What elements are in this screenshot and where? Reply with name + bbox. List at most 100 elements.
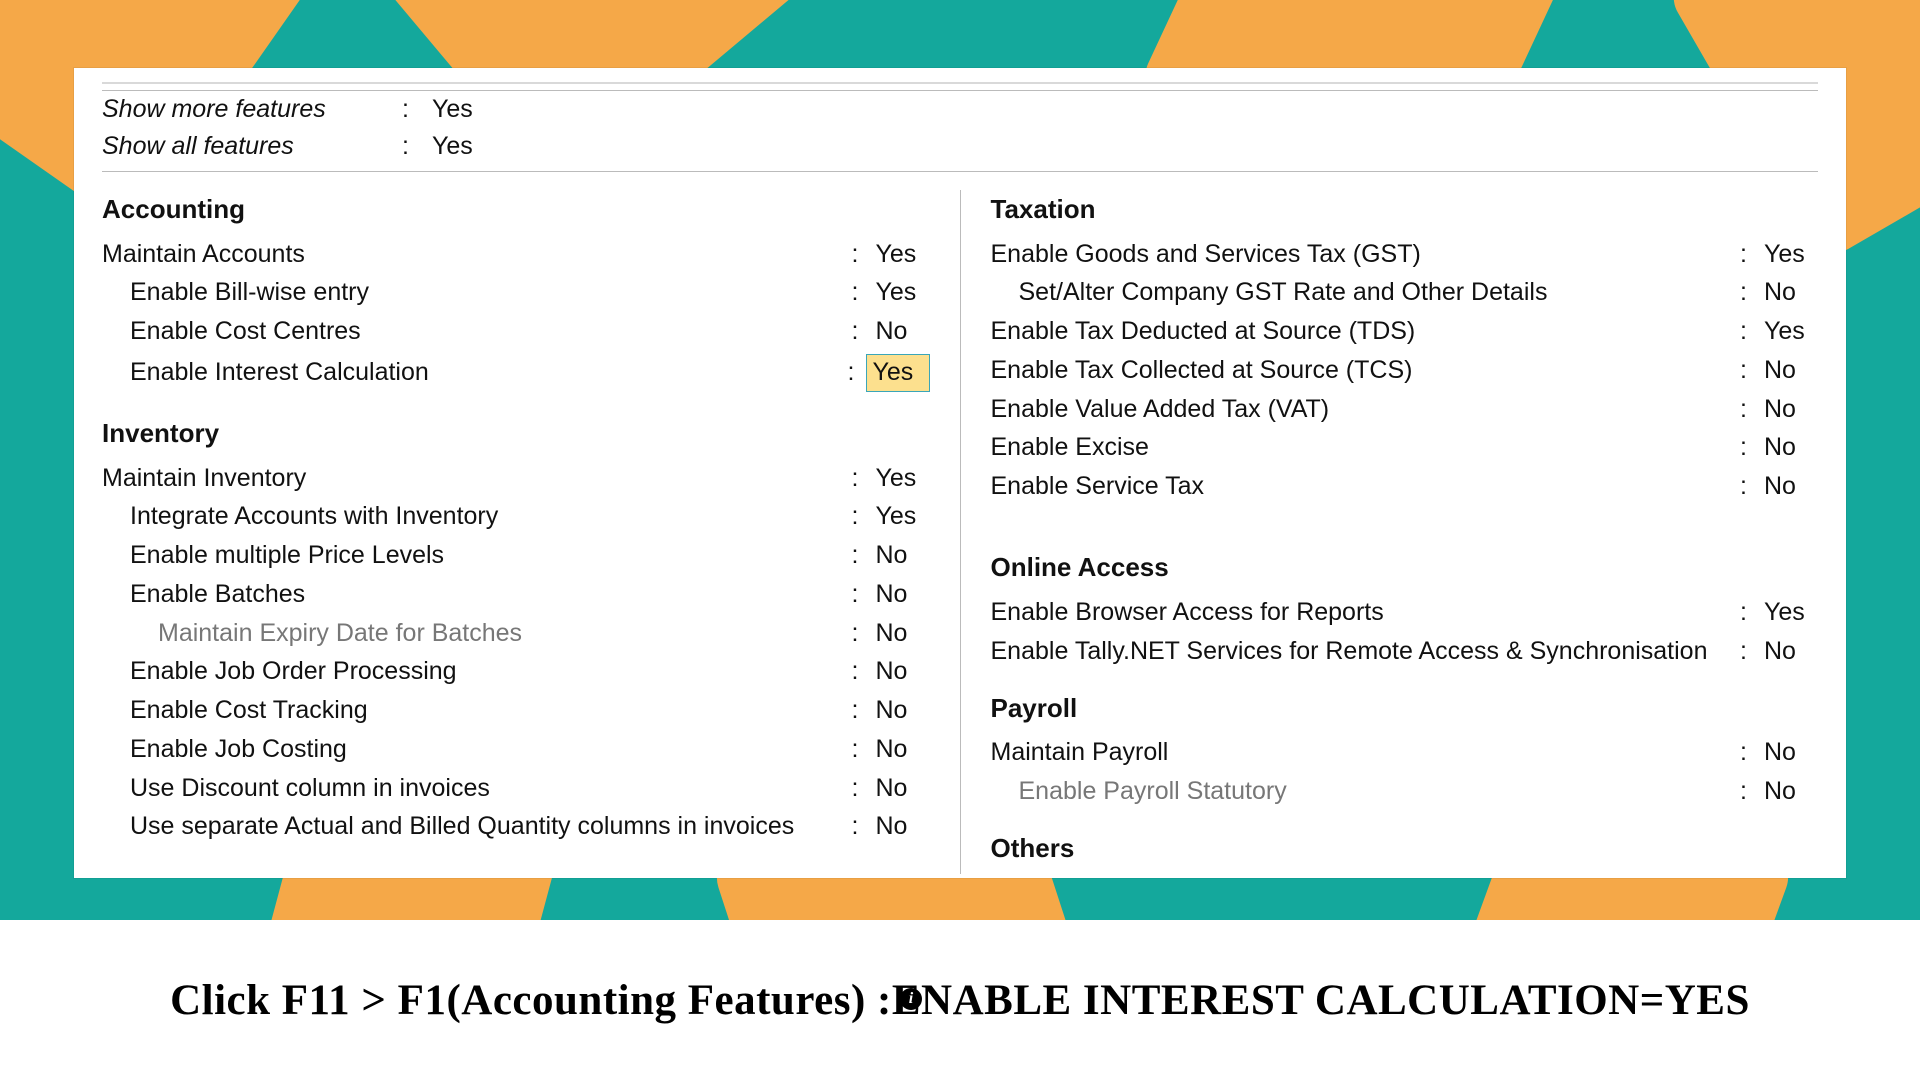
- job-order-value[interactable]: No: [876, 655, 930, 689]
- price-levels-value[interactable]: No: [876, 539, 930, 573]
- colon: :: [1740, 470, 1764, 504]
- colon: :: [852, 733, 876, 767]
- job-costing-label: Enable Job Costing: [102, 733, 852, 767]
- gst-rate-row[interactable]: Set/Alter Company GST Rate and Other Det…: [991, 274, 1819, 313]
- colon: :: [852, 276, 876, 310]
- tcs-value[interactable]: No: [1764, 354, 1818, 388]
- browser-access-label: Enable Browser Access for Reports: [991, 596, 1741, 630]
- gst-value[interactable]: Yes: [1764, 238, 1818, 272]
- divider: [102, 82, 1818, 84]
- integrate-label: Integrate Accounts with Inventory: [102, 500, 852, 534]
- interest-calc-value[interactable]: Yes: [866, 354, 930, 392]
- show-all-features-value[interactable]: Yes: [432, 132, 486, 161]
- tcs-row[interactable]: Enable Tax Collected at Source (TCS) : N…: [991, 351, 1819, 390]
- show-all-features-label: Show all features: [102, 132, 402, 161]
- colon: :: [852, 694, 876, 728]
- job-order-row[interactable]: Enable Job Order Processing : No: [102, 653, 930, 692]
- interest-calc-label: Enable Interest Calculation: [102, 356, 848, 390]
- colon: :: [852, 500, 876, 534]
- payroll-statutory-row[interactable]: Enable Payroll Statutory : No: [991, 773, 1819, 812]
- remote-access-row[interactable]: Enable Tally.NET Services for Remote Acc…: [991, 632, 1819, 671]
- maintain-inventory-label: Maintain Inventory: [102, 462, 852, 496]
- colon: :: [402, 132, 432, 161]
- integrate-row[interactable]: Integrate Accounts with Inventory : Yes: [102, 498, 930, 537]
- tds-value[interactable]: Yes: [1764, 315, 1818, 349]
- others-title: Others: [991, 833, 1819, 864]
- cost-centres-row[interactable]: Enable Cost Centres : No: [102, 313, 930, 352]
- excise-value[interactable]: No: [1764, 431, 1818, 465]
- job-costing-row[interactable]: Enable Job Costing : No: [102, 730, 930, 769]
- caption-bar: Click F11 > F1(Accounting Features) :ENA…: [0, 920, 1920, 1080]
- batches-row[interactable]: Enable Batches : No: [102, 575, 930, 614]
- divider: [102, 171, 1818, 172]
- maintain-inventory-row[interactable]: Maintain Inventory : Yes: [102, 459, 930, 498]
- billwise-label: Enable Bill-wise entry: [102, 276, 852, 310]
- tds-label: Enable Tax Deducted at Source (TDS): [991, 315, 1741, 349]
- maintain-accounts-value[interactable]: Yes: [876, 238, 930, 272]
- colon: :: [852, 810, 876, 844]
- maintain-inventory-value[interactable]: Yes: [876, 462, 930, 496]
- payroll-statutory-value[interactable]: No: [1764, 775, 1818, 809]
- actual-billed-value[interactable]: No: [876, 810, 930, 844]
- discount-col-value[interactable]: No: [876, 772, 930, 806]
- colon: :: [852, 315, 876, 349]
- gst-row[interactable]: Enable Goods and Services Tax (GST) : Ye…: [991, 235, 1819, 274]
- remote-access-value[interactable]: No: [1764, 635, 1818, 669]
- show-all-features-row[interactable]: Show all features : Yes: [102, 128, 1818, 165]
- batches-label: Enable Batches: [102, 578, 852, 612]
- price-levels-row[interactable]: Enable multiple Price Levels : No: [102, 537, 930, 576]
- excise-row[interactable]: Enable Excise : No: [991, 429, 1819, 468]
- remote-access-label: Enable Tally.NET Services for Remote Acc…: [991, 635, 1741, 669]
- colon: :: [1740, 315, 1764, 349]
- taxation-title: Taxation: [991, 194, 1819, 225]
- service-tax-label: Enable Service Tax: [991, 470, 1741, 504]
- features-panel: Show more features : Yes Show all featur…: [74, 68, 1846, 878]
- maintain-payroll-row[interactable]: Maintain Payroll : No: [991, 734, 1819, 773]
- billwise-row[interactable]: Enable Bill-wise entry : Yes: [102, 274, 930, 313]
- left-column: Accounting Maintain Accounts : Yes Enabl…: [102, 190, 961, 874]
- colon: :: [1740, 596, 1764, 630]
- cost-tracking-value[interactable]: No: [876, 694, 930, 728]
- maintain-accounts-row[interactable]: Maintain Accounts : Yes: [102, 235, 930, 274]
- colon: :: [1740, 635, 1764, 669]
- service-tax-value[interactable]: No: [1764, 470, 1818, 504]
- vat-value[interactable]: No: [1764, 393, 1818, 427]
- colon: :: [852, 462, 876, 496]
- colon: :: [1740, 276, 1764, 310]
- colon: :: [1740, 238, 1764, 272]
- cost-tracking-row[interactable]: Enable Cost Tracking : No: [102, 692, 930, 731]
- show-more-features-label: Show more features: [102, 95, 402, 124]
- gst-rate-value[interactable]: No: [1764, 276, 1818, 310]
- colon: :: [402, 95, 432, 124]
- colon: :: [852, 578, 876, 612]
- expiry-row[interactable]: Maintain Expiry Date for Batches : No: [102, 614, 930, 653]
- billwise-value[interactable]: Yes: [876, 276, 930, 310]
- accounting-title: Accounting: [102, 194, 930, 225]
- integrate-value[interactable]: Yes: [876, 500, 930, 534]
- payroll-title: Payroll: [991, 693, 1819, 724]
- colon: :: [1740, 775, 1764, 809]
- maintain-accounts-label: Maintain Accounts: [102, 238, 852, 272]
- batches-value[interactable]: No: [876, 578, 930, 612]
- job-order-label: Enable Job Order Processing: [102, 655, 852, 689]
- interest-calc-row[interactable]: Enable Interest Calculation : Yes: [102, 351, 930, 394]
- browser-access-value[interactable]: Yes: [1764, 596, 1818, 630]
- browser-access-row[interactable]: Enable Browser Access for Reports : Yes: [991, 593, 1819, 632]
- vat-row[interactable]: Enable Value Added Tax (VAT) : No: [991, 390, 1819, 429]
- tds-row[interactable]: Enable Tax Deducted at Source (TDS) : Ye…: [991, 313, 1819, 352]
- vat-label: Enable Value Added Tax (VAT): [991, 393, 1741, 427]
- show-more-features-value[interactable]: Yes: [432, 95, 486, 124]
- maintain-payroll-value[interactable]: No: [1764, 736, 1818, 770]
- colon: :: [1740, 393, 1764, 427]
- maintain-payroll-label: Maintain Payroll: [991, 736, 1741, 770]
- show-more-features-row[interactable]: Show more features : Yes: [102, 91, 1818, 128]
- expiry-value[interactable]: No: [876, 617, 930, 651]
- actual-billed-label: Use separate Actual and Billed Quantity …: [102, 810, 852, 844]
- cost-centres-value[interactable]: No: [876, 315, 930, 349]
- service-tax-row[interactable]: Enable Service Tax : No: [991, 468, 1819, 507]
- actual-billed-row[interactable]: Use separate Actual and Billed Quantity …: [102, 808, 930, 847]
- job-costing-value[interactable]: No: [876, 733, 930, 767]
- discount-col-row[interactable]: Use Discount column in invoices : No: [102, 769, 930, 808]
- excise-label: Enable Excise: [991, 431, 1741, 465]
- colon: :: [852, 655, 876, 689]
